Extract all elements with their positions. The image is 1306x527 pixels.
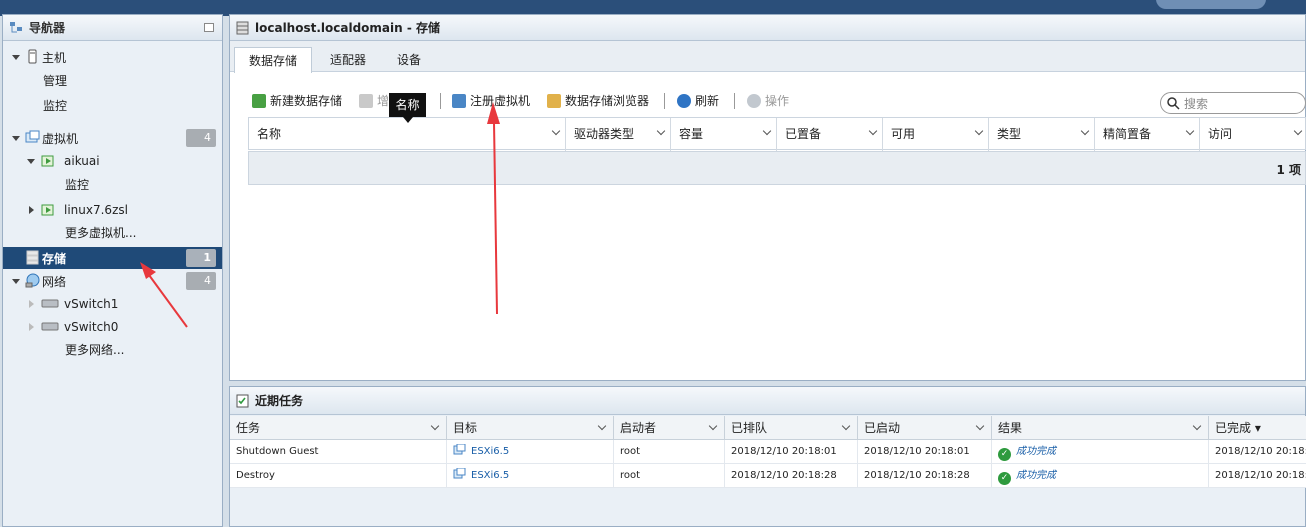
app-root: 导航器 主机 管理 监控 虚拟机 4 aikuai 监控 linux7.6zsl… — [0, 0, 1306, 527]
arrow-to-register-vm — [487, 102, 500, 315]
annotation-arrows — [140, 102, 500, 328]
arrow-to-storage — [140, 262, 188, 328]
